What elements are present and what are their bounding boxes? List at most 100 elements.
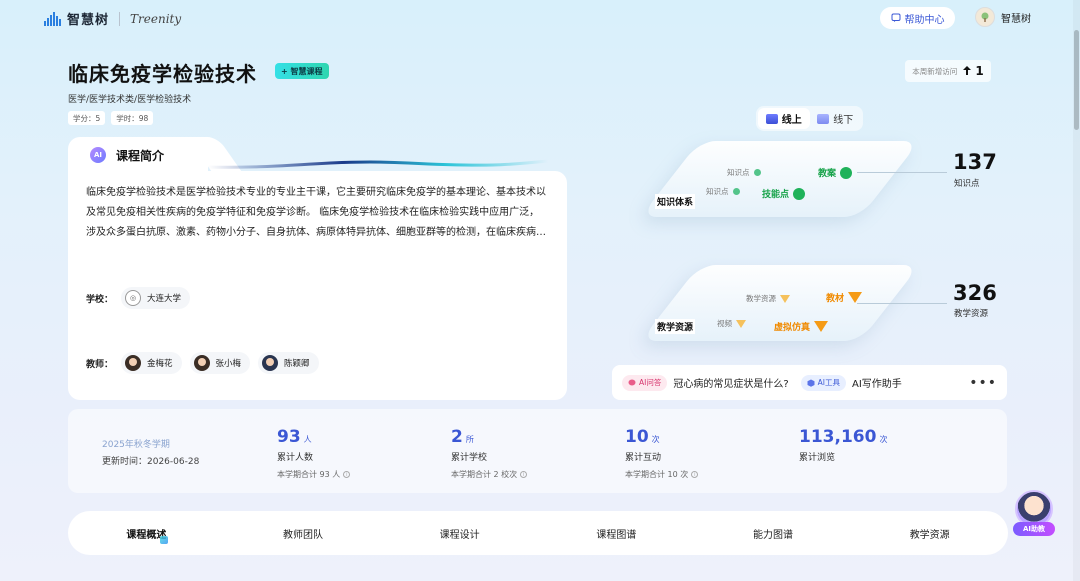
intro-tab: AI 课程简介 — [68, 137, 208, 173]
resources-connector — [857, 303, 947, 304]
section-tabs: 课程概述 教师团队 课程设计 课程图谱 能力图谱 教学资源 — [68, 511, 1008, 555]
toggle-online[interactable]: 线上 — [758, 108, 810, 129]
resources-platform-label: 教学资源 — [655, 319, 696, 334]
knowledge-node[interactable]: 知识点 — [706, 186, 740, 197]
ai-icon: AI — [90, 147, 106, 163]
teacher-row: 教师： 金梅花 张小梅 陈颖卿 — [86, 352, 319, 374]
course-meta-chips: 学分：5 学时：98 — [68, 111, 154, 125]
teacher-avatar — [262, 355, 279, 371]
teacher-name: 张小梅 — [215, 359, 242, 369]
tree-icon — [981, 12, 989, 22]
intro-title: 课程简介 — [116, 148, 165, 163]
intro-body: 临床免疫学检验技术是医学检验技术专业的专业主干课，它主要研究临床免疫学的基本理论… — [68, 171, 567, 400]
knowledge-node[interactable]: 知识点 — [727, 167, 761, 178]
teacher-label: 教师： — [86, 359, 114, 370]
help-center-label: 帮助中心 — [904, 14, 945, 26]
school-seal-icon: ◎ — [125, 290, 142, 306]
resources-count-label: 教学资源 — [954, 309, 989, 319]
weekly-visits: 本周新增访问 1 — [905, 60, 991, 82]
tab-resources[interactable]: 教学资源 — [851, 526, 1008, 541]
teacher-pill[interactable]: 张小梅 — [189, 352, 251, 374]
logo[interactable]: 智慧树 Treenity — [44, 9, 181, 28]
teacher-avatar — [125, 355, 142, 371]
teacher-pill[interactable]: 陈颖卿 — [258, 352, 319, 374]
resources-count: 326 — [953, 281, 997, 305]
stats-band: 2025年秋冬学期 更新时间：2026-06-28 93 人 累计人数 本学期合计… — [68, 409, 1007, 493]
metric-schools: 2所 累计学校 本学期合计 2 校次 i — [451, 427, 528, 480]
wave-decoration-icon — [208, 159, 548, 169]
help-center-button[interactable]: 帮助中心 — [880, 7, 955, 29]
teacher-avatar — [193, 355, 210, 371]
green-dot-icon — [753, 169, 761, 176]
arrow-up-icon — [963, 66, 972, 75]
info-icon[interactable]: i — [691, 471, 699, 478]
intro-text: 临床免疫学检验技术是医学检验技术专业的专业主干课，它主要研究临床免疫学的基本理论… — [86, 187, 546, 238]
lesson-plan-node[interactable]: 教案 — [818, 166, 853, 179]
chat-bubble-icon — [628, 379, 636, 385]
orange-triangle-icon — [780, 294, 790, 303]
school-row: 学校： ◎ 大连大学 — [86, 287, 191, 309]
orange-triangle-icon — [814, 321, 829, 332]
more-options-icon[interactable]: ••• — [969, 375, 997, 391]
logo-text: 智慧树 — [67, 13, 110, 28]
course-title: 临床免疫学检验技术 — [68, 62, 257, 86]
logo-treenity: Treenity — [130, 11, 182, 26]
user-menu[interactable]: 智慧树 — [975, 7, 1031, 27]
scrollbar-thumb[interactable] — [1074, 30, 1079, 130]
knowledge-count-label: 知识点 — [954, 179, 980, 189]
cube-icon — [807, 379, 815, 387]
resources-platform[interactable]: 教学资源 视频 教材 虚拟仿真 教学资源 — [640, 265, 920, 345]
tab-course-graph[interactable]: 课程图谱 — [538, 526, 695, 541]
smart-course-badge: + 智慧课程 — [275, 63, 329, 79]
user-avatar — [975, 7, 995, 27]
ai-tool-chip[interactable]: AI工具 — [800, 374, 846, 391]
tab-design[interactable]: 课程设计 — [381, 526, 538, 541]
green-dot-icon — [732, 188, 740, 195]
ai-helper-label: AI助教 — [1013, 522, 1055, 536]
resource-node[interactable]: 教学资源 — [746, 293, 790, 304]
skill-node[interactable]: 技能点 — [762, 187, 806, 200]
hours-chip: 学时：98 — [111, 111, 154, 125]
weekly-visits-value: 1 — [963, 64, 984, 78]
user-name: 智慧树 — [1001, 13, 1031, 25]
orange-triangle-icon — [736, 319, 746, 328]
ai-helper-button[interactable]: AI助教 — [1013, 490, 1055, 540]
knowledge-platform-label: 知识体系 — [655, 194, 696, 209]
logo-divider — [119, 11, 121, 26]
course-intro-card: AI 课程简介 临床免疫学检验技术是医学检验技术专业的专业主干课，它主要研究临床… — [68, 137, 567, 400]
toggle-offline[interactable]: 线下 — [810, 108, 862, 129]
teacher-pill[interactable]: 金梅花 — [121, 352, 182, 374]
semester-label[interactable]: 2025年秋冬学期 — [102, 437, 170, 450]
layers-icon — [765, 113, 778, 124]
monitor-icon — [817, 113, 830, 124]
school-label: 学校： — [86, 294, 114, 305]
metric-students: 93 人 累计人数 本学期合计 93 人i — [277, 427, 351, 480]
green-dot-icon — [793, 187, 806, 200]
virtual-sim-node[interactable]: 虚拟仿真 — [774, 320, 829, 333]
ai-tool-name[interactable]: AI写作助手 — [852, 375, 902, 390]
school-pill[interactable]: ◎ 大连大学 — [121, 287, 191, 309]
metric-interactions: 10 次 累计互动 本学期合计 10 次i — [625, 427, 699, 480]
tab-teachers[interactable]: 教师团队 — [225, 526, 382, 541]
credits-chip: 学分：5 — [68, 111, 106, 125]
tab-ability-graph[interactable]: 能力图谱 — [695, 526, 852, 541]
chat-help-icon — [891, 13, 900, 22]
updated-time: 更新时间：2026-06-28 — [102, 457, 200, 467]
info-icon[interactable]: i — [343, 471, 351, 478]
breadcrumb[interactable]: 医学/医学技术类/医学检验技术 — [68, 92, 191, 105]
knowledge-count: 137 — [953, 150, 997, 174]
knowledge-platform[interactable]: 知识点 知识点 教案 技能点 知识体系 — [640, 141, 920, 221]
logo-bars-icon — [44, 11, 61, 26]
weekly-visits-label: 本周新增访问 — [912, 66, 958, 76]
ai-assistant-bar: AI问答 冠心病的常见症状是什么? AI工具 AI写作助手 ••• — [612, 365, 1007, 400]
teacher-name: 陈颖卿 — [284, 359, 310, 369]
tab-overview[interactable]: 课程概述 — [68, 526, 225, 544]
ai-suggested-question[interactable]: 冠心病的常见症状是什么? — [673, 375, 788, 390]
knowledge-connector — [857, 172, 947, 173]
metric-views: 113,160 次 累计浏览 — [799, 427, 888, 463]
video-node[interactable]: 视频 — [717, 318, 746, 329]
orange-triangle-icon — [848, 292, 863, 303]
info-icon[interactable]: i — [520, 471, 528, 478]
teacher-name: 金梅花 — [147, 359, 173, 369]
ai-qa-chip[interactable]: AI问答 — [622, 374, 668, 391]
